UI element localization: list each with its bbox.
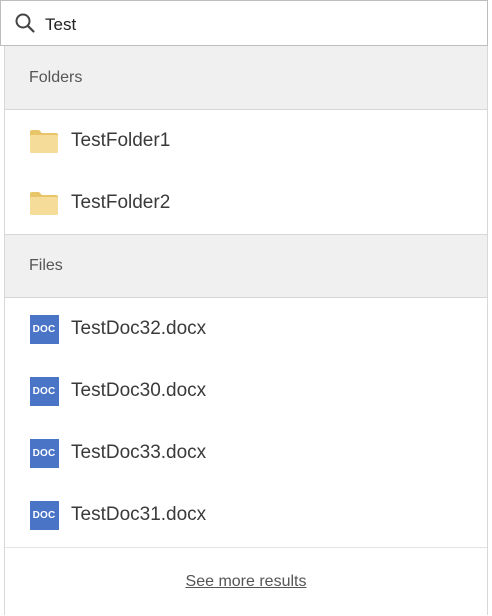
doc-icon-text: DOC [29, 376, 59, 406]
folder-item[interactable]: TestFolder1 [5, 110, 487, 172]
doc-icon: DOC [29, 376, 59, 406]
files-section-header: Files [5, 234, 487, 298]
doc-icon-text: DOC [29, 500, 59, 530]
folder-item[interactable]: TestFolder2 [5, 172, 487, 234]
file-item-label: TestDoc30.docx [71, 380, 207, 401]
file-item[interactable]: DOC TestDoc31.docx [5, 484, 487, 546]
results-footer: See more results [5, 547, 487, 616]
doc-icon-text: DOC [29, 314, 59, 344]
file-item[interactable]: DOC TestDoc32.docx [5, 298, 487, 360]
file-item-label: TestDoc32.docx [71, 318, 207, 339]
doc-icon-text: DOC [29, 438, 59, 468]
search-input[interactable] [45, 13, 465, 37]
file-item[interactable]: DOC TestDoc30.docx [5, 360, 487, 422]
folder-item-label: TestFolder1 [71, 130, 171, 151]
folder-item-label: TestFolder2 [71, 192, 171, 213]
doc-icon: DOC [29, 500, 59, 530]
doc-icon: DOC [29, 314, 59, 344]
folder-icon [29, 189, 59, 217]
folder-icon [29, 127, 59, 155]
search-bar[interactable] [0, 0, 488, 46]
search-results-dropdown: Folders TestFolder1 TestFolder2 Files DO… [4, 46, 488, 615]
search-icon [15, 13, 35, 33]
folders-header-label: Folders [29, 68, 83, 86]
files-header-label: Files [29, 257, 63, 274]
folders-section-header: Folders [5, 46, 487, 110]
file-item-label: TestDoc31.docx [71, 504, 207, 525]
doc-icon: DOC [29, 438, 59, 468]
see-more-results-link[interactable]: See more results [186, 573, 307, 591]
file-item[interactable]: DOC TestDoc33.docx [5, 422, 487, 484]
file-item-label: TestDoc33.docx [71, 442, 207, 463]
